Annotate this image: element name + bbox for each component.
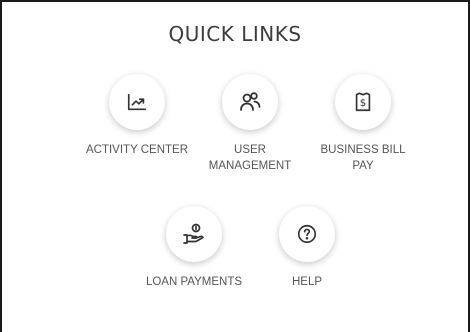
trend-chart-icon	[126, 91, 148, 113]
question-circle-icon	[296, 223, 318, 245]
help-button[interactable]	[279, 206, 335, 262]
help-label: HELP	[291, 276, 323, 288]
loan-payments-label: LOAN PAYMENTS	[145, 276, 243, 288]
quick-link-loan-payments[interactable]: LOAN PAYMENTS	[129, 206, 259, 290]
business-bill-pay-button[interactable]: $	[335, 74, 391, 130]
quick-link-user-management[interactable]: USER MANAGEMENT	[185, 74, 315, 174]
activity-center-label: ACTIVITY CENTER	[85, 144, 189, 156]
user-management-button[interactable]	[222, 74, 278, 130]
users-icon	[238, 90, 262, 114]
quick-links-title: QUICK LINKS	[168, 22, 302, 46]
quick-link-activity-center[interactable]: ACTIVITY CENTER	[72, 74, 202, 158]
hand-coin-icon	[182, 222, 206, 246]
svg-text:$: $	[360, 98, 366, 109]
bill-dollar-icon: $	[352, 91, 374, 113]
activity-center-button[interactable]	[109, 74, 165, 130]
quick-link-help[interactable]: HELP	[242, 206, 372, 290]
loan-payments-button[interactable]	[166, 206, 222, 262]
quick-link-business-bill-pay[interactable]: $ BUSINESS BILL PAY	[298, 74, 428, 174]
business-bill-pay-label: BUSINESS BILL PAY	[320, 144, 406, 172]
quick-links-panel: QUICK LINKS ACTIVITY CENTER USER MANAGEM…	[0, 0, 470, 332]
user-management-label: USER MANAGEMENT	[208, 144, 292, 172]
